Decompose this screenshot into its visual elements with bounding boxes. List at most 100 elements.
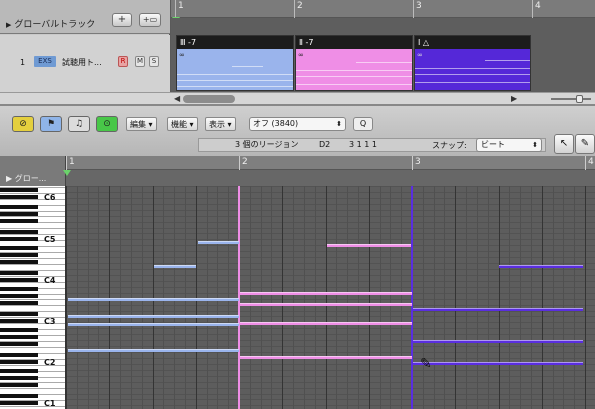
grid-beat-line bbox=[368, 186, 370, 409]
grid-row-line bbox=[66, 257, 595, 259]
mouse-cursor-icon: ✎ bbox=[420, 356, 432, 372]
black-key[interactable] bbox=[0, 300, 38, 305]
grid-beat-line bbox=[530, 186, 532, 409]
black-key[interactable] bbox=[0, 212, 38, 217]
grid-beat-line bbox=[303, 186, 305, 409]
black-key[interactable] bbox=[0, 393, 38, 398]
grid-row-line bbox=[66, 251, 595, 253]
playhead-marker[interactable] bbox=[63, 170, 71, 176]
grid-row-line bbox=[66, 334, 595, 336]
scroll-left-icon[interactable]: ◀ bbox=[174, 94, 180, 103]
midi-out-button[interactable]: ⊙ bbox=[96, 116, 118, 132]
black-key[interactable] bbox=[0, 229, 38, 234]
black-key[interactable] bbox=[0, 287, 38, 292]
view-menu[interactable]: 表示 ▾ bbox=[205, 117, 236, 131]
midi-note[interactable] bbox=[240, 322, 412, 325]
black-key[interactable] bbox=[0, 400, 38, 405]
black-key[interactable] bbox=[0, 376, 38, 381]
black-key[interactable] bbox=[0, 328, 38, 333]
black-key[interactable] bbox=[0, 359, 38, 364]
add-folder-button[interactable]: +▭ bbox=[139, 13, 161, 27]
piano-roll-ruler[interactable]: 1 2 3 4 bbox=[66, 156, 595, 170]
track-row[interactable]: 1 EXS 試聴用ト... R M S bbox=[0, 35, 170, 92]
ear-icon: ♫ bbox=[74, 119, 84, 129]
scroll-right-icon[interactable]: ▶ bbox=[511, 94, 517, 103]
grid-beat-line bbox=[325, 186, 327, 409]
position-readout: 3 1 1 1 bbox=[349, 140, 377, 149]
pointer-tool-button[interactable]: ↖ bbox=[554, 134, 574, 154]
horizontal-scrollbar[interactable]: ◀ ▶ bbox=[171, 92, 595, 104]
black-key[interactable] bbox=[0, 246, 38, 251]
mute-button[interactable]: M bbox=[135, 56, 145, 67]
grid-row-line bbox=[66, 197, 595, 199]
link-icon: ⊘ bbox=[19, 119, 27, 129]
black-key[interactable] bbox=[0, 277, 38, 282]
black-key[interactable] bbox=[0, 369, 38, 374]
grid-row-line bbox=[66, 274, 595, 276]
global-track-row[interactable]: ▶ グローバルトラック + +▭ bbox=[0, 0, 170, 34]
midi-note[interactable] bbox=[68, 349, 239, 352]
black-key[interactable] bbox=[0, 253, 38, 258]
midi-note[interactable] bbox=[154, 265, 196, 268]
grid-beat-line bbox=[541, 186, 543, 409]
black-key[interactable] bbox=[0, 335, 38, 340]
disclosure-triangle-icon[interactable]: ▶ bbox=[6, 21, 11, 29]
black-key[interactable] bbox=[0, 194, 38, 199]
piano-keyboard[interactable]: C6 C5 C4 C3 C2 C1 bbox=[0, 186, 66, 409]
midi-note[interactable] bbox=[68, 298, 239, 301]
note-grid[interactable] bbox=[66, 186, 595, 409]
piano-roll-global-tracks[interactable]: ▶ グロー... bbox=[0, 156, 66, 186]
grid-beat-line bbox=[422, 186, 424, 409]
black-key[interactable] bbox=[0, 236, 38, 241]
arrange-ruler[interactable]: 1 2 3 4 bbox=[171, 0, 595, 18]
midi-out-icon: ⊙ bbox=[103, 119, 111, 129]
black-key[interactable] bbox=[0, 205, 38, 210]
midi-note[interactable] bbox=[413, 308, 583, 311]
black-key[interactable] bbox=[0, 270, 38, 275]
grid-beat-line bbox=[444, 186, 446, 409]
midi-note[interactable] bbox=[198, 241, 239, 244]
midi-note[interactable] bbox=[240, 303, 412, 306]
midi-note[interactable] bbox=[327, 244, 411, 247]
link-button[interactable]: ⊘ bbox=[12, 116, 34, 132]
grid-beat-line bbox=[476, 186, 478, 409]
zoom-slider-knob[interactable] bbox=[576, 95, 583, 103]
black-key[interactable] bbox=[0, 259, 38, 264]
midi-note[interactable] bbox=[240, 292, 412, 295]
midi-region[interactable]: Ⅰ △ ∞ bbox=[414, 35, 531, 91]
scroll-thumb[interactable] bbox=[183, 95, 235, 103]
functions-menu[interactable]: 機能 ▾ bbox=[167, 117, 198, 131]
snap-select[interactable]: ビート ⬍ bbox=[476, 138, 542, 152]
grid-beat-line bbox=[563, 186, 565, 409]
solo-button[interactable]: S bbox=[149, 56, 159, 67]
grid-row-line bbox=[66, 221, 595, 223]
track-name[interactable]: 試聴用ト... bbox=[62, 57, 102, 68]
midi-note[interactable] bbox=[499, 265, 583, 268]
black-key[interactable] bbox=[0, 218, 38, 223]
black-key[interactable] bbox=[0, 187, 38, 192]
hear-button[interactable]: ♫ bbox=[68, 116, 90, 132]
black-key[interactable] bbox=[0, 294, 38, 299]
black-key[interactable] bbox=[0, 318, 38, 323]
black-key[interactable] bbox=[0, 341, 38, 346]
edit-menu[interactable]: 編集 ▾ bbox=[126, 117, 157, 131]
midi-note[interactable] bbox=[68, 323, 239, 326]
midi-note[interactable] bbox=[240, 356, 412, 359]
midi-note[interactable] bbox=[413, 362, 583, 365]
zoom-slider-track[interactable] bbox=[551, 98, 591, 100]
record-enable-button[interactable]: R bbox=[118, 56, 128, 67]
midi-note[interactable] bbox=[413, 340, 583, 343]
midi-region[interactable]: Ⅲ -7 ∞ bbox=[176, 35, 294, 91]
midi-note[interactable] bbox=[68, 315, 239, 318]
black-key[interactable] bbox=[0, 382, 38, 387]
pencil-tool-button[interactable]: ✎ bbox=[575, 134, 595, 154]
black-key[interactable] bbox=[0, 311, 38, 316]
midi-region[interactable]: Ⅱ -7 ∞ bbox=[295, 35, 413, 91]
bar-number: 2 bbox=[242, 157, 248, 167]
quantize-select[interactable]: オフ (3840) ⬍ bbox=[249, 117, 346, 131]
track-header-panel: ▶ グローバルトラック + +▭ 1 EXS 試聴用ト... R M S bbox=[0, 0, 170, 92]
black-key[interactable] bbox=[0, 352, 38, 357]
find-button[interactable]: Q bbox=[353, 117, 373, 131]
add-track-button[interactable]: + bbox=[112, 13, 132, 27]
catch-button[interactable]: ⚑ bbox=[40, 116, 62, 132]
